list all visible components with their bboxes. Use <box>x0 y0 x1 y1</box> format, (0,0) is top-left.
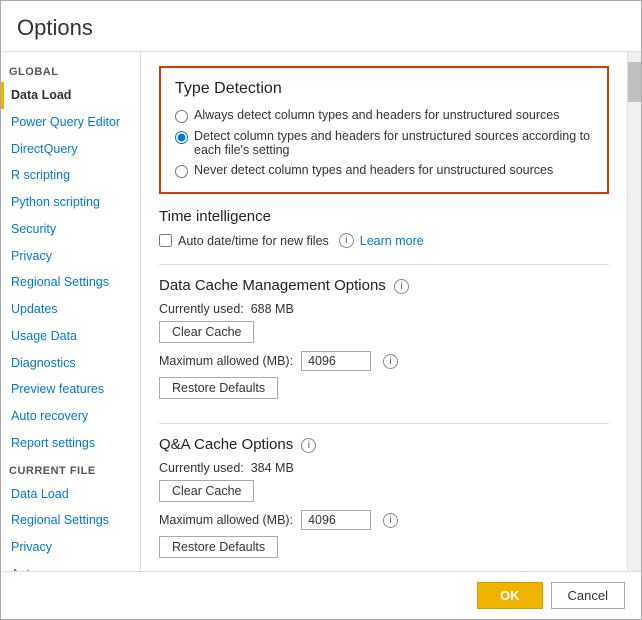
dialog-footer: OK Cancel <box>1 571 641 619</box>
divider-2 <box>159 423 609 424</box>
qa-cache-section: Q&A Cache Options i Currently used: 384 … <box>159 436 609 566</box>
type-detection-always[interactable]: Always detect column types and headers f… <box>175 108 593 123</box>
sidebar-item-r-scripting[interactable]: R scripting <box>1 162 140 189</box>
qa-cache-currently-used: Currently used: 384 MB <box>159 461 609 475</box>
data-cache-title-text: Data Cache Management Options <box>159 277 386 294</box>
sidebar-item-auto-recovery[interactable]: Auto recovery <box>1 403 140 430</box>
sidebar-item-diagnostics[interactable]: Diagnostics <box>1 350 140 377</box>
qa-cache-title-text: Q&A Cache Options <box>159 436 293 453</box>
radio-never[interactable] <box>175 165 188 178</box>
sidebar-item-preview-features[interactable]: Preview features <box>1 376 140 403</box>
qa-cache-restore-button[interactable]: Restore Defaults <box>159 536 278 558</box>
sidebar-item-python-scripting[interactable]: Python scripting <box>1 189 140 216</box>
qa-cache-info-icon[interactable]: i <box>301 438 316 453</box>
learn-more-link[interactable]: Learn more <box>360 234 424 248</box>
type-detection-per-file[interactable]: Detect column types and headers for unst… <box>175 129 593 157</box>
data-cache-info-icon[interactable]: i <box>394 279 409 294</box>
sidebar-item-cf-regional-settings[interactable]: Regional Settings <box>1 507 140 534</box>
data-cache-clear-button[interactable]: Clear Cache <box>159 321 254 343</box>
main-and-scroll: Type Detection Always detect column type… <box>141 52 641 571</box>
sidebar-item-cf-data-load[interactable]: Data Load <box>1 481 140 508</box>
data-cache-max-label: Maximum allowed (MB): <box>159 354 293 368</box>
qa-cache-max-row: Maximum allowed (MB): i <box>159 510 609 530</box>
main-content: Type Detection Always detect column type… <box>141 52 627 571</box>
global-section-label: GLOBAL <box>1 58 140 82</box>
sidebar-item-report-settings[interactable]: Report settings <box>1 430 140 457</box>
radio-per-file[interactable] <box>175 131 188 144</box>
options-dialog: Options GLOBAL Data Load Power Query Edi… <box>0 0 642 620</box>
qa-cache-max-info-icon[interactable]: i <box>383 513 398 528</box>
data-cache-used-value: 688 MB <box>251 302 294 316</box>
cancel-button[interactable]: Cancel <box>551 582 625 609</box>
data-cache-used-label: Currently used: <box>159 302 244 316</box>
sidebar-item-directquery[interactable]: DirectQuery <box>1 136 140 163</box>
type-detection-radio-group: Always detect column types and headers f… <box>175 108 593 178</box>
time-intelligence-section: Time intelligence Auto date/time for new… <box>159 208 609 248</box>
qa-cache-max-input[interactable] <box>301 510 371 530</box>
ok-button[interactable]: OK <box>477 582 543 609</box>
data-cache-max-row: Maximum allowed (MB): i <box>159 351 609 371</box>
data-cache-max-input[interactable] <box>301 351 371 371</box>
dialog-title: Options <box>1 1 641 52</box>
qa-cache-max-label: Maximum allowed (MB): <box>159 513 293 527</box>
main-scrollbar-thumb[interactable] <box>628 62 641 102</box>
sidebar-item-power-query-editor[interactable]: Power Query Editor <box>1 109 140 136</box>
data-cache-max-info-icon[interactable]: i <box>383 354 398 369</box>
sidebar-item-regional-settings[interactable]: Regional Settings <box>1 269 140 296</box>
auto-datetime-row: Auto date/time for new files i Learn mor… <box>159 233 609 248</box>
sidebar-item-cf-privacy[interactable]: Privacy <box>1 534 140 561</box>
time-intelligence-info-icon[interactable]: i <box>339 233 354 248</box>
sidebar-item-usage-data[interactable]: Usage Data <box>1 323 140 350</box>
data-cache-section: Data Cache Management Options i Currentl… <box>159 277 609 407</box>
sidebar-item-data-load[interactable]: Data Load <box>1 82 140 109</box>
data-cache-currently-used: Currently used: 688 MB <box>159 302 609 316</box>
sidebar-item-privacy[interactable]: Privacy <box>1 243 140 270</box>
auto-datetime-checkbox[interactable] <box>159 234 172 247</box>
type-detection-title: Type Detection <box>175 80 593 98</box>
radio-per-file-label: Detect column types and headers for unst… <box>194 129 593 157</box>
data-cache-restore-button[interactable]: Restore Defaults <box>159 377 278 399</box>
auto-datetime-label: Auto date/time for new files <box>178 234 329 248</box>
sidebar-item-security[interactable]: Security <box>1 216 140 243</box>
time-intelligence-title: Time intelligence <box>159 208 609 225</box>
radio-never-label: Never detect column types and headers fo… <box>194 163 553 177</box>
divider-1 <box>159 264 609 265</box>
sidebar-item-cf-auto-recovery[interactable]: Auto recovery <box>1 561 140 571</box>
qa-cache-clear-button[interactable]: Clear Cache <box>159 480 254 502</box>
qa-cache-used-value: 384 MB <box>251 461 294 475</box>
sidebar: GLOBAL Data Load Power Query Editor Dire… <box>1 52 141 571</box>
type-detection-never[interactable]: Never detect column types and headers fo… <box>175 163 593 178</box>
main-scrollbar[interactable] <box>627 52 641 571</box>
data-cache-title: Data Cache Management Options i <box>159 277 609 294</box>
sidebar-item-updates[interactable]: Updates <box>1 296 140 323</box>
type-detection-section: Type Detection Always detect column type… <box>159 66 609 194</box>
radio-always[interactable] <box>175 110 188 123</box>
radio-always-label: Always detect column types and headers f… <box>194 108 559 122</box>
dialog-body: GLOBAL Data Load Power Query Editor Dire… <box>1 52 641 571</box>
current-file-section-label: CURRENT FILE <box>1 457 140 481</box>
qa-cache-used-label: Currently used: <box>159 461 244 475</box>
qa-cache-title: Q&A Cache Options i <box>159 436 609 453</box>
